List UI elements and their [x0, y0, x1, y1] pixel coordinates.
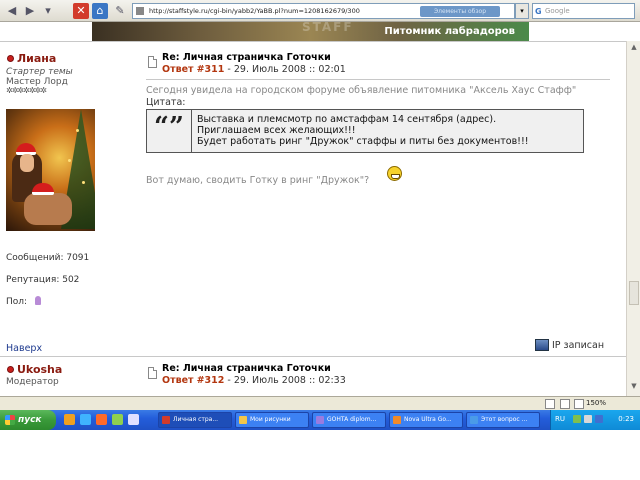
taskbar-button-label: Nova Ultra Go... [404, 416, 452, 423]
reputation: Репутация: 502 [6, 275, 80, 285]
app-icon [316, 416, 324, 424]
screenshot: ◀ ▶ ▾ ✕ ⌂ ✎ http://staffstyle.ru/cgi-bin… [0, 0, 640, 480]
scroll-thumb[interactable] [629, 281, 639, 305]
ip-recorded: IP записан [552, 340, 605, 351]
quicklaunch-icon[interactable] [64, 414, 75, 425]
address-text: http://staffstyle.ru/cgi-bin/yabb2/YaBB.… [149, 7, 360, 15]
start-label: пуск [18, 415, 42, 425]
reply-label: Ответ [162, 64, 194, 75]
avatar [6, 109, 95, 231]
quicklaunch-icon[interactable] [128, 414, 139, 425]
post-meta: Ответ #311 - 29. Июль 2008 :: 02:01 [162, 64, 346, 75]
start-button[interactable]: пуск [0, 410, 56, 430]
post-icon [148, 367, 157, 379]
language-indicator[interactable]: RU [555, 415, 565, 423]
taskbar-button-label: GOHTA diplom... [327, 416, 377, 423]
reply-number[interactable]: #312 [197, 375, 225, 386]
quote-label: Цитата: [146, 97, 186, 108]
post-author[interactable]: Лиана [17, 52, 56, 65]
taskbar-button-label: Этот вопрос ... [481, 416, 528, 423]
forward-icon[interactable]: ▶ [22, 3, 38, 19]
quote-line: Выставка и племсмотр по амстаффам 14 сен… [197, 114, 497, 125]
quote-line: Приглашаем всех желающих!!! [197, 125, 356, 136]
reply-label: Ответ [162, 375, 194, 386]
site-banner: STAFF Питомник лабрадоров [92, 22, 529, 41]
vertical-scrollbar[interactable]: ▲ ▼ [626, 41, 640, 396]
post-meta: Ответ #312 - 29. Июль 2008 :: 02:33 [162, 375, 346, 386]
post-icon [148, 56, 157, 68]
tray-icon[interactable] [595, 415, 603, 423]
taskbar-button[interactable]: Мои рисунки [235, 412, 309, 428]
gender-label: Пол: [6, 297, 28, 307]
browser-task-icon [470, 416, 478, 424]
home-icon[interactable]: ⌂ [92, 3, 108, 19]
clock: 0:23 [618, 415, 634, 423]
taskbar-button-label: Личная стра... [173, 416, 219, 423]
post-author[interactable]: Ukosha [17, 363, 62, 376]
post-date: - 29. Июль 2008 :: 02:01 [227, 64, 346, 75]
quicklaunch-icon[interactable] [96, 414, 107, 425]
quicklaunch-icon[interactable] [80, 414, 91, 425]
female-gender-icon [35, 296, 41, 305]
taskbar-button[interactable]: Nova Ultra Go... [389, 412, 463, 428]
browser-statusbar: 150% [0, 396, 640, 410]
zoom-icon[interactable] [574, 399, 584, 409]
ip-icon [535, 339, 549, 351]
back-to-top-link[interactable]: Наверх [6, 343, 42, 354]
taskbar-button[interactable]: Этот вопрос ... [466, 412, 540, 428]
author-title: Стартер темы [6, 67, 73, 77]
favicon-icon [136, 7, 144, 15]
quote-line: Будет работать ринг "Дружок" стаффы и пи… [197, 136, 529, 147]
system-tray: RU 0:23 [550, 410, 640, 430]
scroll-up-icon[interactable]: ▲ [629, 43, 639, 53]
search-input[interactable]: G Google [532, 3, 635, 19]
banner-logo-icon: STAFF [302, 22, 354, 34]
quicklaunch-icon[interactable] [112, 414, 123, 425]
divider [0, 41, 626, 42]
post-date: - 29. Июль 2008 :: 02:33 [227, 375, 346, 386]
dropdown-icon[interactable]: ▾ [40, 3, 56, 19]
security-icon [545, 399, 555, 409]
google-icon: G [535, 7, 542, 16]
edit-icon[interactable]: ✎ [112, 3, 128, 19]
offline-status-icon [7, 366, 14, 373]
banner-title: Питомник лабрадоров [384, 26, 515, 37]
back-icon[interactable]: ◀ [4, 3, 20, 19]
tray-icon[interactable] [584, 415, 592, 423]
stop-icon[interactable]: ✕ [73, 3, 89, 19]
rank-stars-icon: ✲✲✲✲✲✲✲ [6, 86, 47, 95]
quote-text: Выставка и племсмотр по амстаффам 14 сен… [197, 114, 529, 147]
post-subject[interactable]: Re: Личная страничка Готочки [162, 363, 331, 374]
author-title: Модератор [6, 377, 59, 387]
post-intro: Сегодня увидела на городском форуме объя… [146, 85, 577, 96]
browser-toolbar: ◀ ▶ ▾ ✕ ⌂ ✎ http://staffstyle.ru/cgi-bin… [0, 0, 640, 22]
reply-number[interactable]: #311 [197, 64, 225, 75]
app-icon [393, 416, 401, 424]
quote-marks-icon: “” [147, 110, 192, 152]
taskbar-button-label: Мои рисунки [250, 416, 291, 423]
taskbar-button[interactable]: GOHTA diplom... [312, 412, 386, 428]
windows-taskbar: пуск Личная стра... Мои рисунки GOHTA di… [0, 410, 640, 430]
browser-task-icon [162, 416, 170, 424]
post-comment: Вот думаю, сводить Готку в ринг "Дружок"… [146, 175, 370, 186]
scroll-down-icon[interactable]: ▼ [629, 382, 639, 392]
zoom-level[interactable]: 150% [586, 398, 606, 409]
address-bar[interactable]: http://staffstyle.ru/cgi-bin/yabb2/YaBB.… [132, 3, 515, 19]
address-overlay: Элементы обзор [420, 6, 500, 17]
search-placeholder: Google [545, 7, 570, 15]
quote-block: “” Выставка и племсмотр по амстаффам 14 … [146, 109, 584, 153]
grin-smiley-icon [387, 166, 402, 181]
windows-logo-icon [5, 415, 15, 425]
folder-icon [239, 416, 247, 424]
post-divider [0, 356, 626, 357]
post-subject[interactable]: Re: Личная страничка Готочки [162, 52, 331, 63]
taskbar-button[interactable]: Личная стра... [158, 412, 232, 428]
popup-icon[interactable] [560, 399, 570, 409]
offline-status-icon [7, 55, 14, 62]
tray-icon[interactable] [573, 415, 581, 423]
post-header-divider [146, 79, 610, 80]
address-dropdown-icon[interactable]: ▾ [515, 3, 529, 19]
posts-count: Сообщений: 7091 [6, 253, 90, 263]
forum-content: Лиана Стартер темы Мастер Лорд ✲✲✲✲✲✲✲ С… [0, 41, 626, 396]
